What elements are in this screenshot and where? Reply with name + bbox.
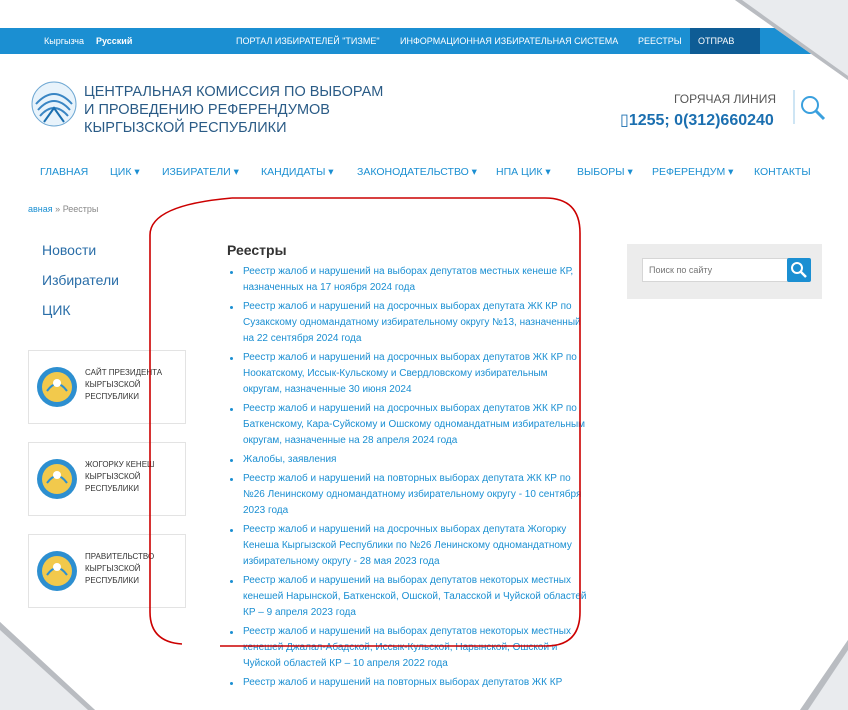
page-fold-shading <box>0 0 848 710</box>
